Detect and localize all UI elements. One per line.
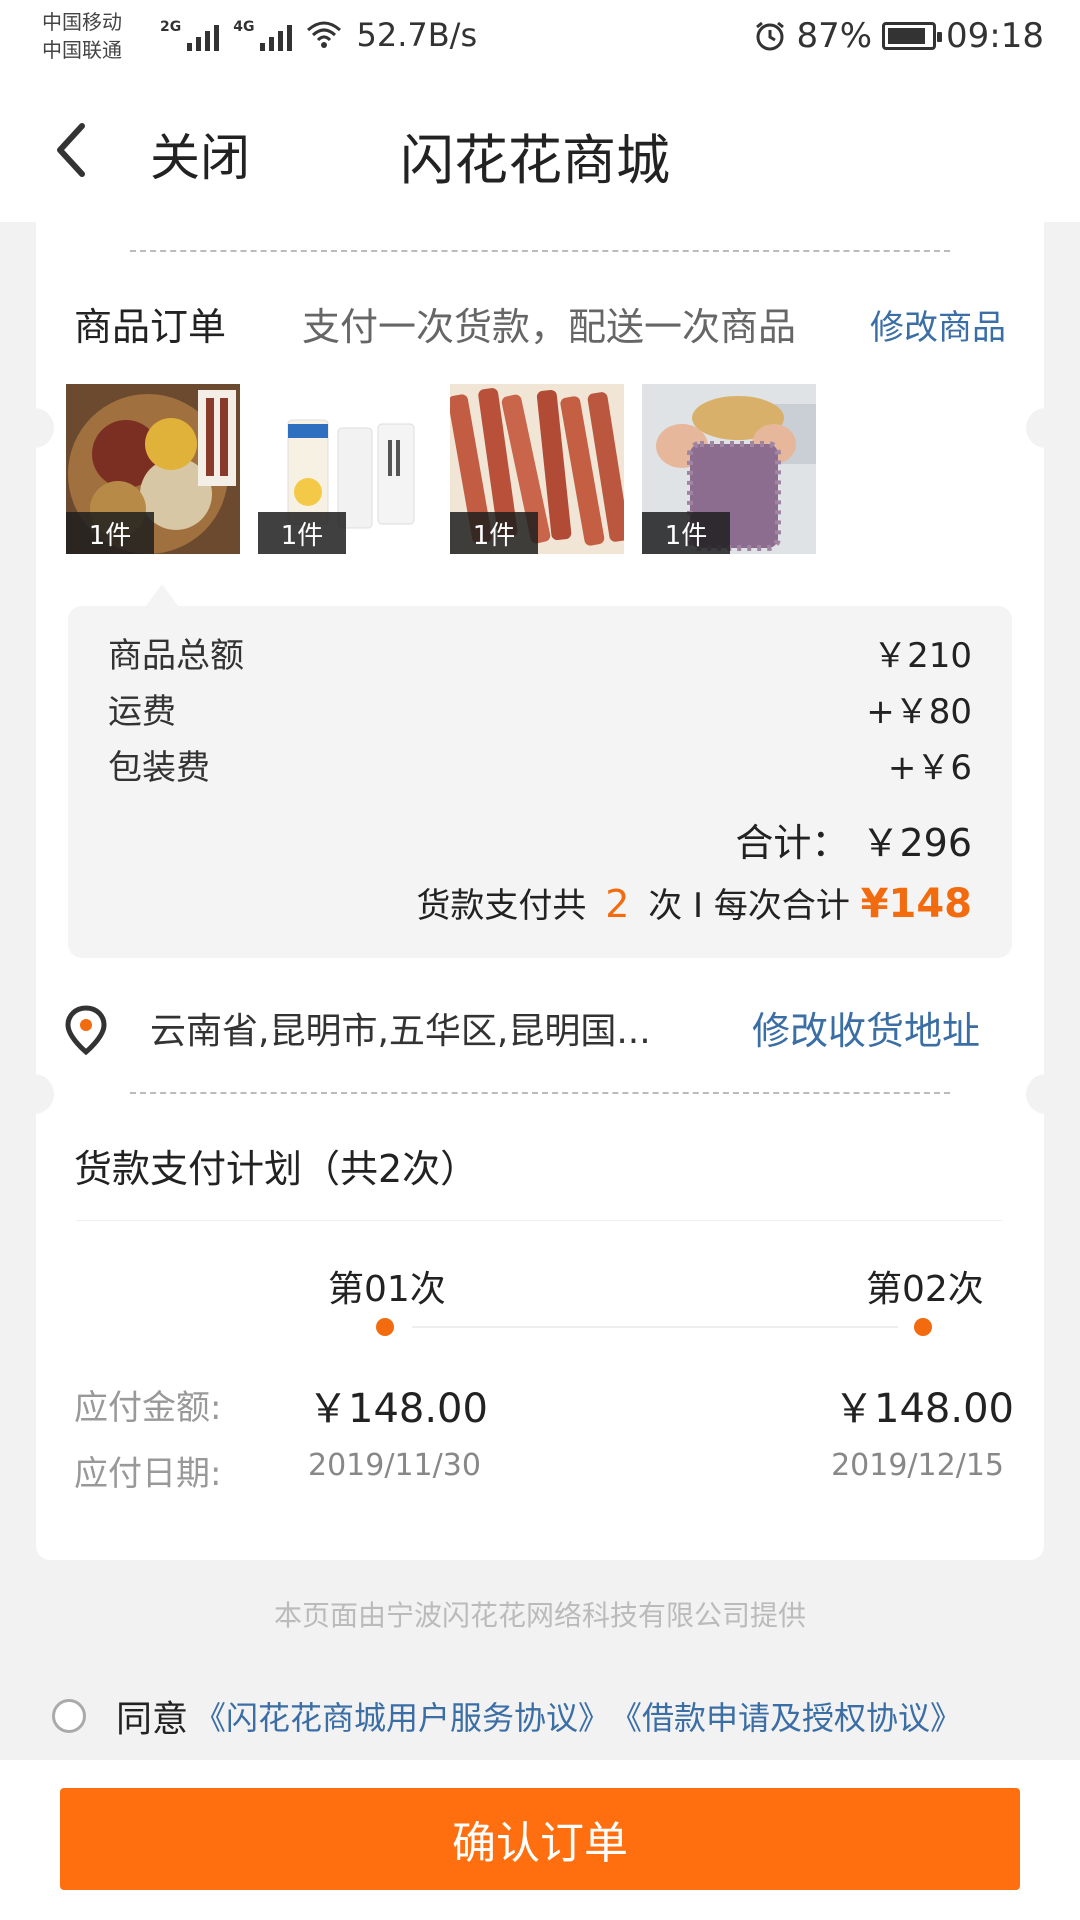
- amount-due-label: 应付金额:: [74, 1388, 222, 1428]
- divider: [76, 1220, 1002, 1221]
- card-notch: [14, 1074, 54, 1114]
- subtotal-value: ￥210: [873, 636, 972, 676]
- shipping-label: 运费: [108, 692, 176, 732]
- edit-address-link[interactable]: 修改收货地址: [752, 1000, 980, 1055]
- payment-2-date: 2019/12/15: [831, 1448, 1004, 1483]
- total-label: 合计：: [735, 821, 850, 865]
- total-value: ￥296: [861, 821, 972, 865]
- divider-dashed: [130, 1092, 950, 1094]
- product-thumb[interactable]: 1件: [66, 384, 240, 554]
- product-qty: 1件: [258, 512, 346, 554]
- shipping-value: +￥80: [866, 692, 972, 732]
- payment-1-amount: ￥148.00: [308, 1386, 488, 1432]
- product-qty: 1件: [450, 512, 538, 554]
- payment-1-label: 第01次: [328, 1269, 446, 1310]
- provider-note: 本页面由宁波闪花花网络科技有限公司提供: [273, 1599, 806, 1632]
- carrier-1: 中国移动: [42, 10, 122, 34]
- signal-2g-label: 2G: [160, 19, 182, 35]
- payment-2-amount: ￥148.00: [834, 1386, 1014, 1432]
- packaging-label: 包装费: [108, 748, 210, 788]
- agree-label: 同意: [116, 1699, 189, 1740]
- timeline-dot: [914, 1318, 932, 1336]
- app-header: 关闭 闪花花商城: [0, 78, 1080, 222]
- carrier-2: 中国联通: [42, 38, 122, 62]
- battery-icon: [882, 22, 943, 50]
- net-speed: 52.7B/s: [356, 16, 478, 54]
- due-date-label: 应付日期:: [74, 1454, 222, 1494]
- summary-pointer: [146, 584, 178, 606]
- total-row: 合计： ￥296: [735, 812, 972, 867]
- agree-radio[interactable]: [52, 1699, 86, 1733]
- card-notch: [14, 408, 54, 448]
- carrier-info: 中国移动 中国联通: [42, 8, 122, 64]
- alarm-icon: [756, 21, 785, 51]
- network-stats: 2G 4G 52.7B/s: [160, 16, 477, 54]
- card-notch: [1026, 1074, 1066, 1114]
- wifi-icon: [307, 21, 342, 48]
- product-thumb[interactable]: 1件: [258, 384, 432, 554]
- signal-4g-label: 4G: [233, 19, 255, 35]
- product-qty: 1件: [642, 512, 730, 554]
- installment-prefix: 货款支付共: [416, 886, 587, 926]
- page-title: 闪花花商城: [400, 129, 670, 192]
- card-notch: [1026, 408, 1066, 448]
- edit-items-link[interactable]: 修改商品: [870, 300, 1006, 349]
- payment-1-date: 2019/11/30: [308, 1448, 481, 1483]
- installment-info: 货款支付共 2 次 I 每次合计 ¥148: [416, 878, 972, 927]
- chevron-left-icon[interactable]: [48, 118, 92, 182]
- status-right: 87% 09:18: [754, 16, 1044, 56]
- confirm-order-button[interactable]: 确认订单: [60, 1788, 1020, 1890]
- order-title: 商品订单: [74, 305, 227, 349]
- product-qty: 1件: [66, 512, 154, 554]
- plan-title: 货款支付计划（共2次）: [74, 1147, 479, 1191]
- installment-count: 2: [605, 882, 630, 926]
- service-agreement-link[interactable]: 《闪花花商城用户服务协议》: [194, 1693, 610, 1739]
- battery-percent: 87%: [796, 16, 873, 56]
- clock: 09:18: [946, 16, 1044, 56]
- price-summary: 商品总额 ￥210 运费 +￥80 包装费 +￥6 合计： ￥296 货款支付共…: [68, 606, 1012, 958]
- installment-amount: ¥148: [860, 881, 972, 927]
- timeline-dot: [376, 1318, 394, 1336]
- signal-2g-icon: 2G: [160, 19, 220, 51]
- loan-agreement-link[interactable]: 《借款申请及授权协议》: [610, 1693, 962, 1739]
- close-button[interactable]: 关闭: [150, 118, 250, 190]
- installment-mid: 次 I 每次合计: [648, 886, 850, 926]
- shipping-address: 云南省,昆明市,五华区,昆明国...: [150, 1011, 651, 1052]
- status-bar: 中国移动 中国联通 2G 4G 52.7B/s 87% 09:18: [0, 0, 1080, 78]
- signal-4g-icon: 4G: [233, 19, 293, 51]
- packaging-value: +￥6: [887, 748, 972, 788]
- order-description: 支付一次货款，配送一次商品: [302, 305, 797, 349]
- location-pin-icon: [65, 1005, 107, 1056]
- agreement-row: 同意 《闪花花商城用户服务协议》 《借款申请及授权协议》: [52, 1690, 962, 1742]
- timeline-line: [412, 1326, 898, 1328]
- product-thumb[interactable]: 1件: [450, 384, 624, 554]
- divider-dashed: [130, 250, 950, 252]
- subtotal-label: 商品总额: [108, 636, 244, 676]
- payment-2-label: 第02次: [866, 1269, 984, 1310]
- product-thumb[interactable]: 1件: [642, 384, 816, 554]
- order-card: 商品订单 支付一次货款，配送一次商品 修改商品 1件 1件 1件 1件 商品总额…: [14, 222, 1066, 1560]
